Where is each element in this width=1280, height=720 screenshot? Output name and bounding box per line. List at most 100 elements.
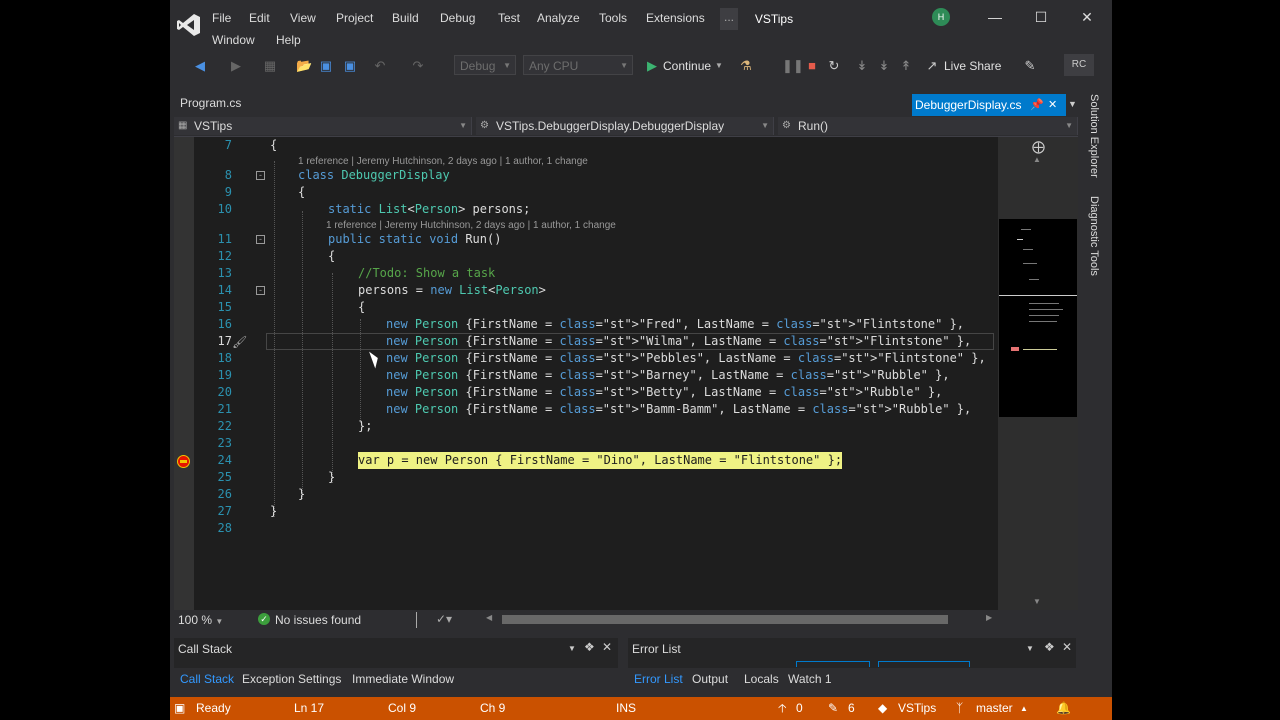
tab-locals[interactable]: Locals xyxy=(744,672,779,686)
code-line[interactable]: 14 persons = new List<Person> xyxy=(174,282,998,299)
menu-file[interactable]: File xyxy=(212,11,231,25)
status-insert-mode[interactable]: INS xyxy=(616,697,636,720)
close-window-button[interactable]: ✕ xyxy=(1072,6,1102,28)
code-line[interactable]: 19 new Person {FirstName = class="st">"Ba… xyxy=(174,367,998,384)
code-line[interactable]: 21 new Person {FirstName = class="st">"Ba… xyxy=(174,401,998,418)
stop-icon[interactable]: ■ xyxy=(804,58,820,74)
user-badge[interactable]: RC xyxy=(1064,54,1094,76)
chevron-down-icon[interactable]: ▼ xyxy=(711,58,727,74)
tab-output[interactable]: Output xyxy=(692,672,728,686)
back-icon[interactable]: ◀ xyxy=(192,58,208,74)
code-line[interactable]: 15 { xyxy=(174,299,998,316)
code-line[interactable]: 11 public static void Run() xyxy=(174,231,998,248)
pause-icon[interactable]: ❚❚ xyxy=(782,58,804,74)
scroll-up-icon[interactable]: ▲ xyxy=(1033,155,1041,164)
code-line[interactable]: 12 { xyxy=(174,248,998,265)
menu-view[interactable]: View xyxy=(290,11,316,25)
scroll-right-icon[interactable]: ▶ xyxy=(986,613,992,622)
open-folder-icon[interactable]: 📂 xyxy=(296,58,312,74)
step-out-icon[interactable]: ↟ xyxy=(898,58,914,74)
live-share-button[interactable]: Live Share xyxy=(944,59,1001,73)
code-line[interactable]: 22}; xyxy=(174,418,998,435)
code-line[interactable]: 7{ xyxy=(174,137,998,154)
menu-test[interactable]: Test xyxy=(498,11,520,25)
solution-explorer-tab[interactable]: Solution Explorer xyxy=(1088,94,1100,178)
code-line[interactable]: 13 //Todo: Show a task xyxy=(174,265,998,282)
tab-debuggerdisplay-cs[interactable]: DebuggerDisplay.cs 📌 ✕ xyxy=(912,94,1066,116)
hot-reload-icon[interactable]: ⚗ xyxy=(738,58,754,74)
code-line[interactable]: 16 new Person {FirstName = class="st">"Fr… xyxy=(174,316,998,333)
new-project-icon[interactable]: ▦ xyxy=(262,58,278,74)
live-share-icon[interactable]: ↗ xyxy=(924,58,940,74)
maximize-button[interactable]: ☐ xyxy=(1026,6,1056,28)
minimize-button[interactable]: — xyxy=(980,6,1010,28)
step-over-icon[interactable]: ↡ xyxy=(876,58,892,74)
close-icon[interactable]: ✕ xyxy=(1048,94,1057,116)
issues-status[interactable]: No issues found xyxy=(275,613,361,627)
status-line[interactable]: Ln 17 xyxy=(294,697,324,720)
notifications-icon[interactable]: 🔔 xyxy=(1056,697,1071,720)
code-line[interactable]: 18 new Person {FirstName = class="st">"Pe… xyxy=(174,350,998,367)
menu-help[interactable]: Help xyxy=(276,33,301,47)
menu-extensions[interactable]: Extensions xyxy=(646,11,705,25)
code-line[interactable]: 17 new Person {FirstName = class="st">"Wi… xyxy=(174,333,998,350)
pencil-icon[interactable]: ✎ xyxy=(828,697,838,720)
undo-icon[interactable]: ↶ xyxy=(372,58,388,74)
menu-build[interactable]: Build xyxy=(392,11,419,25)
menu-project[interactable]: Project xyxy=(336,11,373,25)
code-line[interactable]: 20 new Person {FirstName = class="st">"Be… xyxy=(174,384,998,401)
tab-call-stack[interactable]: Call Stack xyxy=(180,672,234,686)
account-avatar[interactable]: H xyxy=(932,8,950,26)
tab-error-list[interactable]: Error List xyxy=(634,672,683,686)
repository-name[interactable]: VSTips xyxy=(898,697,936,720)
forward-icon[interactable]: ▶ xyxy=(228,58,244,74)
branch-icon[interactable]: ᛉ xyxy=(956,697,963,720)
continue-button[interactable]: Continue xyxy=(663,59,711,73)
status-char[interactable]: Ch 9 xyxy=(480,697,505,720)
scroll-left-icon[interactable]: ◀ xyxy=(486,613,492,622)
tab-watch-1[interactable]: Watch 1 xyxy=(788,672,832,686)
save-icon[interactable]: ▣ xyxy=(318,58,334,74)
pending-changes-count[interactable]: 6 xyxy=(848,697,855,720)
member-dropdown[interactable]: ⚙ Run() ▼ xyxy=(778,117,1078,135)
menu-overflow-button[interactable]: ... xyxy=(720,8,738,30)
menu-window[interactable]: Window xyxy=(212,33,255,47)
branch-name[interactable]: master xyxy=(976,697,1013,720)
horizontal-scrollbar[interactable] xyxy=(498,615,948,624)
split-icon[interactable]: ⨁ xyxy=(1032,139,1045,155)
code-line[interactable]: 25} xyxy=(174,469,998,486)
configuration-dropdown[interactable]: Debug ▼ xyxy=(454,55,516,75)
scroll-map-viewport[interactable] xyxy=(999,219,1077,417)
code-line[interactable]: 8 class DebuggerDisplay xyxy=(174,167,998,184)
menu-tools[interactable]: Tools xyxy=(599,11,627,25)
code-line[interactable]: 24 var p = new Person { FirstName = "Dino… xyxy=(174,452,998,469)
repository-icon[interactable]: ◆ xyxy=(878,697,887,720)
pin-icon[interactable]: ❖ xyxy=(584,640,595,654)
zoom-dropdown[interactable]: 100 % ▼ xyxy=(178,613,223,627)
save-all-icon[interactable]: ▣ xyxy=(342,58,358,74)
code-line[interactable]: 9{ xyxy=(174,184,998,201)
redo-icon[interactable]: ↷ xyxy=(410,58,426,74)
menu-analyze[interactable]: Analyze xyxy=(537,11,580,25)
code-editor[interactable]: 🖌 - - - 1 reference | Jeremy Hutchinson,… xyxy=(174,137,998,610)
warning-filter-button[interactable] xyxy=(878,661,970,667)
menu-edit[interactable]: Edit xyxy=(249,11,270,25)
menu-debug[interactable]: Debug xyxy=(440,11,475,25)
scroll-thumb[interactable] xyxy=(502,615,948,624)
tab-exception-settings[interactable]: Exception Settings xyxy=(242,672,341,686)
close-icon[interactable]: ✕ xyxy=(602,640,612,654)
project-dropdown[interactable]: ▦ VSTips ▼ xyxy=(174,117,472,135)
chevron-down-icon[interactable]: ▼ xyxy=(1026,644,1034,653)
scroll-down-icon[interactable]: ▼ xyxy=(1033,597,1041,606)
error-filter-button[interactable] xyxy=(796,661,870,667)
step-into-icon[interactable]: ↡ xyxy=(854,58,870,74)
code-line[interactable]: 10 static List<Person> persons; xyxy=(174,201,998,218)
pin-icon[interactable]: 📌 xyxy=(1030,94,1044,116)
type-dropdown[interactable]: ⚙ VSTips.DebuggerDisplay.DebuggerDisplay… xyxy=(476,117,774,135)
unpushed-commits-count[interactable]: 0 xyxy=(796,697,803,720)
code-line[interactable]: 28 xyxy=(174,520,998,537)
code-line[interactable]: 26} xyxy=(174,486,998,503)
tab-overflow-icon[interactable]: ▼ xyxy=(1068,99,1077,109)
arrow-up-icon[interactable]: 🡡 xyxy=(778,697,787,720)
tab-program-cs[interactable]: Program.cs xyxy=(180,96,241,110)
